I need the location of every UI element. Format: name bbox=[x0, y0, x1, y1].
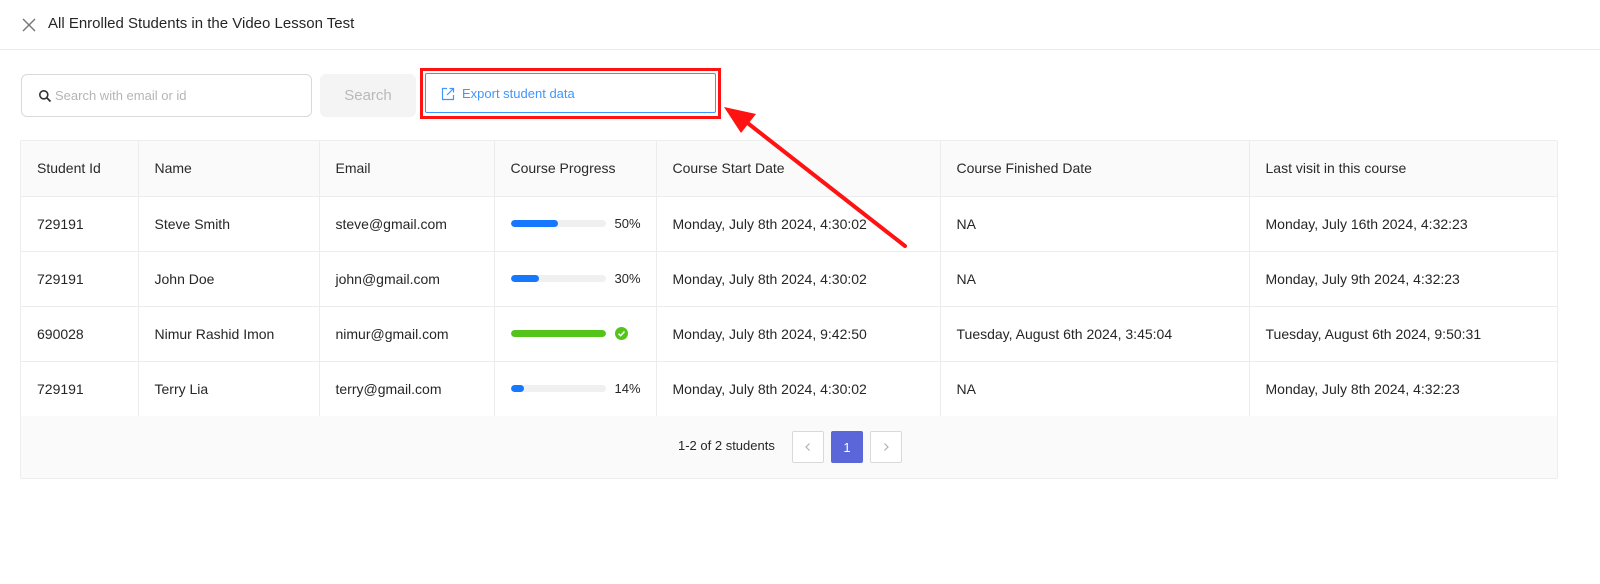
column-header: Course Start Date bbox=[656, 141, 941, 197]
search-field[interactable] bbox=[21, 74, 312, 117]
course-finished-date-cell: NA bbox=[940, 196, 1250, 252]
progress-percent: 30% bbox=[614, 271, 641, 286]
email-cell: john@gmail.com bbox=[319, 251, 495, 307]
last-visit-cell: Tuesday, August 6th 2024, 9:50:31 bbox=[1249, 306, 1557, 362]
progress-bar-fill bbox=[510, 220, 558, 227]
pagination-bar: 1-2 of 2 students 1 bbox=[21, 416, 1557, 478]
progress-bar-fill bbox=[510, 275, 539, 282]
name-cell: John Doe bbox=[138, 251, 320, 307]
check-circle-icon bbox=[614, 327, 628, 340]
course-progress-cell: 30% bbox=[494, 251, 657, 307]
course-finished-date-cell: NA bbox=[940, 361, 1250, 417]
email-cell: steve@gmail.com bbox=[319, 196, 495, 252]
export-icon bbox=[441, 87, 455, 101]
course-start-date-cell: Monday, July 8th 2024, 9:42:50 bbox=[656, 306, 941, 362]
course-start-date-cell: Monday, July 8th 2024, 4:30:02 bbox=[656, 361, 941, 417]
last-visit-cell: Monday, July 16th 2024, 4:32:23 bbox=[1249, 196, 1557, 252]
student-id-cell: 729191 bbox=[21, 251, 139, 307]
progress-bar bbox=[510, 385, 606, 392]
students-table: Student Id Name Email Course Progress Co… bbox=[20, 140, 1558, 479]
course-finished-date-cell: Tuesday, August 6th 2024, 3:45:04 bbox=[940, 306, 1250, 362]
search-input[interactable] bbox=[55, 76, 305, 115]
progress-bar bbox=[510, 220, 606, 227]
progress-bar bbox=[510, 275, 606, 282]
email-cell: nimur@gmail.com bbox=[319, 306, 495, 362]
export-button-label: Export student data bbox=[462, 86, 575, 101]
column-header: Name bbox=[138, 141, 320, 197]
email-cell: terry@gmail.com bbox=[319, 361, 495, 417]
table-row: 729191 Steve Smith steve@gmail.com 50% Monda… bbox=[21, 196, 1557, 252]
student-id-cell: 729191 bbox=[21, 361, 139, 417]
progress-percent: 14% bbox=[614, 381, 641, 396]
column-header: Email bbox=[319, 141, 495, 197]
search-button[interactable]: Search bbox=[320, 74, 416, 117]
course-progress-cell bbox=[494, 306, 657, 362]
last-visit-cell: Monday, July 9th 2024, 4:32:23 bbox=[1249, 251, 1557, 307]
chevron-left-icon bbox=[805, 443, 810, 451]
course-finished-date-cell: NA bbox=[940, 251, 1250, 307]
close-icon[interactable] bbox=[20, 16, 38, 34]
page-1-button[interactable]: 1 bbox=[831, 431, 863, 463]
column-header: Last visit in this course bbox=[1249, 141, 1557, 197]
course-start-date-cell: Monday, July 8th 2024, 4:30:02 bbox=[656, 196, 941, 252]
table-row: 729191 John Doe john@gmail.com 30% Monday, J… bbox=[21, 251, 1557, 307]
column-header: Student Id bbox=[21, 141, 139, 197]
pagination-info: 1-2 of 2 students bbox=[678, 438, 775, 453]
student-id-cell: 729191 bbox=[21, 196, 139, 252]
search-icon bbox=[39, 90, 52, 103]
column-header: Course Progress bbox=[494, 141, 657, 197]
course-progress-cell: 14% bbox=[494, 361, 657, 417]
progress-bar bbox=[510, 330, 606, 337]
progress-percent: 50% bbox=[614, 216, 641, 231]
name-cell: Terry Lia bbox=[138, 361, 320, 417]
chevron-right-icon bbox=[884, 443, 889, 451]
progress-bar-fill bbox=[510, 385, 524, 392]
table-row: 729191 Terry Lia terry@gmail.com 14% Monday,… bbox=[21, 361, 1557, 417]
student-id-cell: 690028 bbox=[21, 306, 139, 362]
name-cell: Steve Smith bbox=[138, 196, 320, 252]
export-student-data-button[interactable]: Export student data bbox=[425, 73, 716, 113]
last-visit-cell: Monday, July 8th 2024, 4:32:23 bbox=[1249, 361, 1557, 417]
course-progress-cell: 50% bbox=[494, 196, 657, 252]
progress-bar-fill bbox=[510, 330, 606, 337]
name-cell: Nimur Rashid Imon bbox=[138, 306, 320, 362]
table-row: 690028 Nimur Rashid Imon nimur@gmail.com Mo… bbox=[21, 306, 1557, 362]
next-page-button[interactable] bbox=[870, 431, 902, 463]
prev-page-button[interactable] bbox=[792, 431, 824, 463]
page-header: All Enrolled Students in the Video Lesso… bbox=[0, 0, 1600, 50]
table-header-row: Student Id Name Email Course Progress Co… bbox=[21, 141, 1557, 197]
column-header: Course Finished Date bbox=[940, 141, 1250, 197]
course-start-date-cell: Monday, July 8th 2024, 4:30:02 bbox=[656, 251, 941, 307]
page-title: All Enrolled Students in the Video Lesso… bbox=[48, 15, 355, 32]
